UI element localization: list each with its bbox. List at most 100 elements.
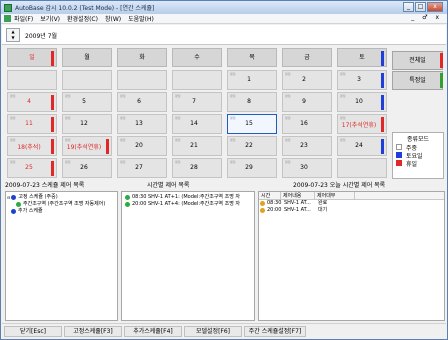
date-bar: ▲ ▼ 2009년 7월 [2, 25, 446, 45]
col-time[interactable]: 시간 [259, 192, 281, 199]
day-cell[interactable]: 평일 16 [282, 114, 332, 134]
row-state: 완료 [318, 200, 328, 206]
fixed-schedule-button[interactable]: 고정스케쥴[F3] [64, 326, 122, 337]
day-number: 14 [190, 120, 198, 127]
list-item[interactable]: 08:30 SHV-1 AT+1: (Model:주간조구역 조명 자 [122, 194, 254, 201]
day-cell[interactable]: 평일 28 [172, 158, 222, 178]
table-header: 시간 제어내용 제어대부 [259, 192, 444, 200]
day-cell[interactable]: 평일 29 [227, 158, 277, 178]
day-number: 12 [80, 120, 88, 127]
day-cell[interactable]: 평일 18(추석) [7, 136, 57, 156]
day-number: 17(추석연휴) [341, 122, 377, 129]
menu-help[interactable]: 도움말(H) [128, 14, 154, 23]
button-bar: 닫기[Esc] 고정스케쥴[F3] 추가스케쥴[F4] 모델설정[F6] 주간 … [2, 323, 446, 338]
menu-view[interactable]: 보기(V) [40, 14, 60, 23]
month-spinner[interactable]: ▲ ▼ [6, 28, 20, 42]
tree-item[interactable]: 주간조구역 (주간조구역 조명 자동제어) [6, 201, 117, 208]
day-cell[interactable]: 평일 30 [282, 158, 332, 178]
day-cell[interactable]: 평일 5 [62, 92, 112, 112]
app-icon [4, 3, 12, 12]
all-days-button[interactable]: 전체일 [392, 51, 443, 70]
day-cell[interactable]: 평일 21 [172, 136, 222, 156]
day-cell[interactable]: 평일 2 [282, 70, 332, 90]
day-cell[interactable]: 평일 7 [172, 92, 222, 112]
day-cell[interactable]: 평일 12 [62, 114, 112, 134]
day-cell[interactable]: 평일 23 [282, 136, 332, 156]
table-row[interactable]: 08:30 SHV-1 AT... 완료 [259, 200, 444, 207]
day-cell[interactable]: 평일 1 [227, 70, 277, 90]
day-number: 19(추석연휴) [66, 144, 102, 151]
day-cell[interactable]: 평일 26 [62, 158, 112, 178]
day-number: 30 [300, 164, 308, 171]
model-settings-button[interactable]: 모델설정[F6] [184, 326, 242, 337]
day-cell[interactable]: 평일 4 [7, 92, 57, 112]
menu-file[interactable]: 파일(F) [14, 14, 33, 23]
menu-settings[interactable]: 환경설정(C) [67, 14, 98, 23]
day-number: 2 [302, 76, 306, 83]
day-cell[interactable]: 평일 14 [172, 114, 222, 134]
weekday-header: 화 [117, 48, 167, 67]
col-state[interactable]: 제어대부 [315, 192, 355, 199]
weekly-schedule-button[interactable]: 주간 스케쥴설정[F7] [244, 326, 306, 337]
day-cell[interactable]: 평일 20 [117, 136, 167, 156]
spin-down-icon[interactable]: ▼ [7, 35, 19, 41]
empty-day-cell[interactable] [117, 70, 167, 90]
day-number: 6 [137, 98, 141, 105]
time-control-list[interactable]: 08:30 SHV-1 AT+1: (Model:주간조구역 조명 자 20:0… [121, 191, 255, 321]
add-schedule-button[interactable]: 추가스케쥴[F4] [124, 326, 182, 337]
day-cell[interactable]: 평일 24 [337, 136, 387, 156]
day-cell[interactable]: 평일 9 [282, 92, 332, 112]
special-day-button[interactable]: 특정일 [392, 71, 443, 90]
day-cell[interactable]: 평일 22 [227, 136, 277, 156]
mdi-controls[interactable]: _ ♂ x [411, 14, 442, 21]
day-number: 21 [190, 142, 198, 149]
col-content[interactable]: 제어내용 [281, 192, 315, 199]
day-cell[interactable]: 평일 8 [227, 92, 277, 112]
legend-item: 휴일 [393, 159, 443, 168]
day-cell[interactable]: 평일 10 [337, 92, 387, 112]
list-item[interactable]: 20:00 SHV-1 AT+4: (Model:주간조구역 조명 자 [122, 201, 254, 208]
day-type-bar [51, 161, 54, 176]
day-number: 15 [245, 120, 253, 127]
day-number: 1 [247, 76, 251, 83]
tree-item[interactable]: 추가 스케쥴 [6, 208, 117, 215]
row-content: SHV-1 AT... [284, 200, 311, 206]
day-number: 11 [25, 120, 33, 127]
close-button[interactable]: x [427, 2, 443, 12]
empty-day-cell[interactable] [337, 158, 387, 178]
maximize-button[interactable]: □ [415, 2, 426, 12]
expand-icon[interactable]: ⊟ [7, 194, 10, 201]
minimize-button[interactable]: _ [403, 2, 414, 12]
day-number: 22 [245, 142, 253, 149]
day-cell[interactable]: 평일 3 [337, 70, 387, 90]
schedule-tree[interactable]: ⊟ 고정 스케쥴 (주중) 주간조구역 (주간조구역 조명 자동제어) 추가 스… [5, 191, 118, 321]
zone-icon [16, 202, 21, 207]
empty-day-cell[interactable] [62, 70, 112, 90]
close-esc-button[interactable]: 닫기[Esc] [4, 326, 62, 337]
day-type-bar [381, 139, 384, 154]
day-cell[interactable]: 평일 25 [7, 158, 57, 178]
row-content: SHV-1 AT... [284, 207, 311, 213]
day-cell[interactable]: 평일 11 [7, 114, 57, 134]
time-icon [260, 201, 265, 206]
day-cell[interactable]: 평일 27 [117, 158, 167, 178]
menu-window[interactable]: 창(W) [105, 14, 121, 23]
today-control-table[interactable]: 시간 제어내용 제어대부 08:30 SHV-1 AT... 완료 20:00 … [258, 191, 445, 321]
table-row[interactable]: 20:00 SHV-1 AT... 대기 [259, 207, 444, 214]
tree-item-label: 고정 스케쥴 (주중) [18, 194, 58, 200]
day-cell[interactable]: 평일 15 [227, 114, 277, 134]
day-cell[interactable]: 평일 13 [117, 114, 167, 134]
tree-item[interactable]: ⊟ 고정 스케쥴 (주중) [6, 194, 117, 201]
day-cell[interactable]: 평일 19(추석연휴) [62, 136, 112, 156]
row-time: 08:30 [267, 200, 282, 206]
day-cell[interactable]: 평일 17(추석연휴) [337, 114, 387, 134]
day-cell[interactable]: 평일 6 [117, 92, 167, 112]
weekday-header: 금 [282, 48, 332, 67]
empty-day-cell[interactable] [172, 70, 222, 90]
today-list-title: 2009-07-23 오늘 시간별 제어 목록 [293, 182, 386, 189]
app-window: AutoBase 감시 10.0.2 (Test Mode) - [연간 스케쥴… [0, 0, 448, 340]
day-type-bar [106, 139, 109, 154]
empty-day-cell[interactable] [7, 70, 57, 90]
weekday-header: 수 [172, 48, 222, 67]
day-type-bar [51, 139, 54, 154]
